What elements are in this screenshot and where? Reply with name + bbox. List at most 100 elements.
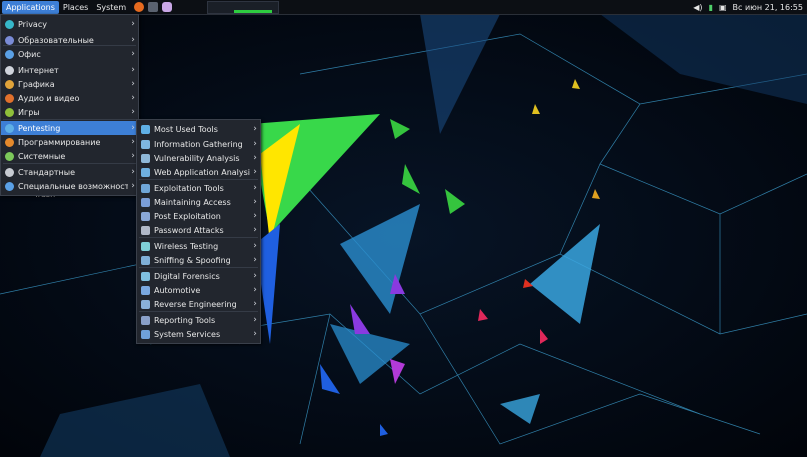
menu-item-label: Офис — [18, 49, 41, 59]
submenu-item-9[interactable]: Sniffing & Spoofing › — [137, 253, 260, 267]
internet-icon — [5, 65, 14, 75]
submenu-item-label: Sniffing & Spoofing — [154, 255, 231, 265]
reporting-icon — [141, 315, 150, 325]
submenu-item-7[interactable]: Password Attacks › — [137, 223, 260, 237]
menu-item-3[interactable]: Интернет › — [1, 63, 138, 77]
submenu-item-label: Wireless Testing — [154, 241, 219, 251]
menu-item-label: Privacy — [18, 19, 47, 29]
applications-menu-button[interactable]: Applications — [2, 0, 59, 14]
menu-item-9[interactable]: Системные › — [1, 149, 138, 163]
submenu-item-label: System Services — [154, 329, 221, 339]
applications-menu: Privacy › Образовательные › Офис › Интернет › Гр… — [0, 14, 139, 196]
menu-separator — [3, 119, 136, 120]
chevron-right-icon: › — [253, 315, 257, 325]
taskbar-indicator — [234, 10, 272, 13]
menu-item-label: Игры — [18, 107, 40, 117]
menu-item-4[interactable]: Графика › — [1, 77, 138, 91]
submenu-item-label: Reporting Tools — [154, 315, 216, 325]
accessibility-icon — [5, 181, 14, 191]
graphics-icon — [5, 79, 14, 89]
submenu-item-13[interactable]: Reporting Tools › — [137, 313, 260, 327]
menu-item-label: Специальные возможности — [18, 181, 128, 191]
exploitation-icon — [141, 183, 150, 193]
chevron-right-icon: › — [253, 124, 257, 134]
pentesting-submenu: Most Used Tools › Information Gathering › Vu… — [136, 119, 261, 344]
education-icon — [5, 35, 14, 45]
menu-item-11[interactable]: Специальные возможности › — [1, 179, 138, 193]
maintaining-access-icon — [141, 197, 150, 207]
post-exploitation-icon — [141, 211, 150, 221]
menu-separator — [139, 237, 258, 238]
menu-separator — [3, 45, 136, 46]
submenu-item-label: Password Attacks — [154, 225, 224, 235]
submenu-item-3[interactable]: Web Application Analysis › — [137, 165, 260, 179]
submenu-item-6[interactable]: Post Exploitation › — [137, 209, 260, 223]
submenu-item-label: Reverse Engineering — [154, 299, 237, 309]
menu-item-6[interactable]: Игры › — [1, 105, 138, 119]
menu-item-0[interactable]: Privacy › — [1, 17, 138, 31]
submenu-item-10[interactable]: Digital Forensics › — [137, 269, 260, 283]
menu-item-2[interactable]: Офис › — [1, 47, 138, 61]
submenu-item-label: Exploitation Tools — [154, 183, 224, 193]
forensics-icon — [141, 271, 150, 281]
submenu-item-label: Vulnerability Analysis — [154, 153, 240, 163]
submenu-item-2[interactable]: Vulnerability Analysis › — [137, 151, 260, 165]
submenu-item-0[interactable]: Most Used Tools › — [137, 122, 260, 136]
system-services-icon — [141, 329, 150, 339]
volume-icon[interactable]: ◀) — [693, 3, 702, 12]
reverse-engineering-icon — [141, 299, 150, 309]
submenu-item-label: Most Used Tools — [154, 124, 218, 134]
menu-item-label: Стандартные — [18, 167, 76, 177]
chevron-right-icon: › — [253, 299, 257, 309]
wireless-icon — [141, 241, 150, 251]
menu-item-7[interactable]: Pentesting › — [1, 121, 138, 135]
menu-item-label: Системные — [18, 151, 66, 161]
submenu-item-8[interactable]: Wireless Testing › — [137, 239, 260, 253]
sniffing-icon — [141, 255, 150, 265]
submenu-item-label: Post Exploitation — [154, 211, 221, 221]
submenu-item-label: Automotive — [154, 285, 201, 295]
menu-separator — [139, 179, 258, 180]
system-menu-button[interactable]: System — [92, 1, 130, 14]
menu-item-5[interactable]: Аудио и видео › — [1, 91, 138, 105]
chevron-right-icon: › — [131, 35, 135, 45]
submenu-item-label: Digital Forensics — [154, 271, 220, 281]
chevron-right-icon: › — [253, 167, 257, 177]
submenu-item-4[interactable]: Exploitation Tools › — [137, 181, 260, 195]
terminal-launcher-icon[interactable] — [148, 2, 159, 12]
battery-icon[interactable]: ▮ — [709, 3, 713, 12]
accessories-icon — [5, 167, 14, 177]
menu-item-8[interactable]: Программирование › — [1, 135, 138, 149]
chevron-right-icon: › — [131, 79, 135, 89]
clock[interactable]: Вс июн 21, 16:55 — [733, 3, 803, 12]
submenu-item-14[interactable]: System Services › — [137, 327, 260, 341]
submenu-item-11[interactable]: Automotive › — [137, 283, 260, 297]
chevron-right-icon: › — [131, 19, 135, 29]
submenu-item-12[interactable]: Reverse Engineering › — [137, 297, 260, 311]
taskbar-window-button[interactable] — [207, 1, 279, 14]
places-menu-button[interactable]: Places — [59, 1, 92, 14]
menu-item-label: Образовательные — [18, 35, 94, 45]
system-tray: ◀) ▮ ▣ Вс июн 21, 16:55 — [687, 0, 807, 14]
submenu-item-1[interactable]: Information Gathering › — [137, 137, 260, 151]
chevron-right-icon: › — [253, 211, 257, 221]
chevron-right-icon: › — [131, 65, 135, 75]
chevron-right-icon: › — [253, 183, 257, 193]
chevron-right-icon: › — [253, 225, 257, 235]
office-icon — [5, 49, 14, 59]
chevron-right-icon: › — [253, 329, 257, 339]
chevron-right-icon: › — [131, 107, 135, 117]
notification-icon[interactable]: ▣ — [719, 3, 727, 12]
menu-item-label: Pentesting — [18, 123, 61, 133]
automotive-icon — [141, 285, 150, 295]
chevron-right-icon: › — [253, 271, 257, 281]
menu-item-label: Аудио и видео — [18, 93, 80, 103]
app-launcher-icon[interactable] — [162, 2, 173, 12]
menu-separator — [139, 267, 258, 268]
submenu-item-label: Web Application Analysis — [154, 167, 250, 177]
submenu-item-5[interactable]: Maintaining Access › — [137, 195, 260, 209]
menu-item-10[interactable]: Стандартные › — [1, 165, 138, 179]
firefox-launcher-icon[interactable] — [134, 2, 145, 12]
programming-icon — [5, 137, 14, 147]
chevron-right-icon: › — [253, 139, 257, 149]
